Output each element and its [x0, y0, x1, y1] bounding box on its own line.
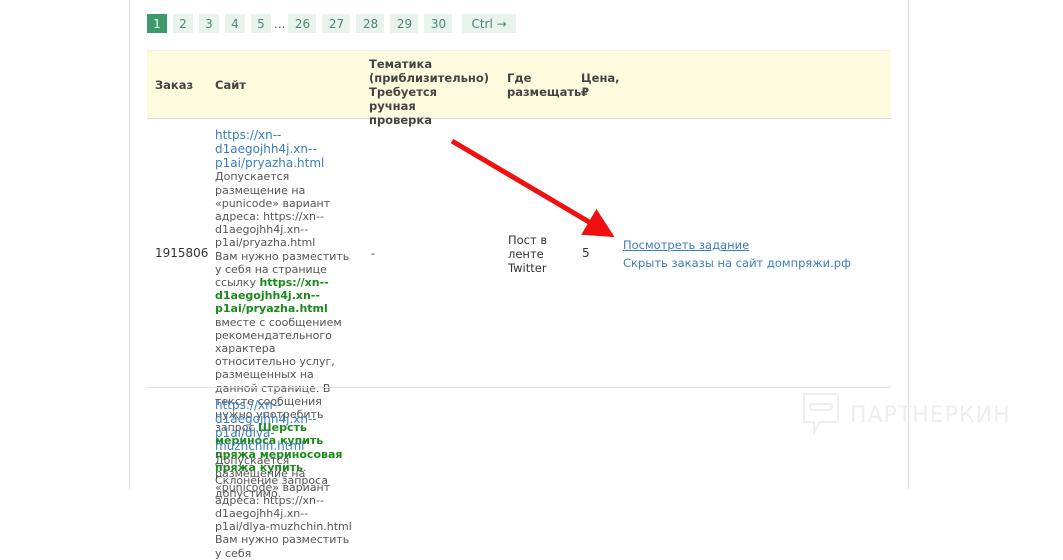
- partnerkin-watermark: ПАРТНЕРКИН: [802, 392, 1011, 438]
- arrow-line: [450, 138, 615, 238]
- watermark-text: ПАРТНЕРКИН: [850, 402, 1011, 428]
- task-text: Вам нужно разместить у себя: [215, 533, 350, 560]
- partnerkin-logo-icon: [803, 393, 839, 436]
